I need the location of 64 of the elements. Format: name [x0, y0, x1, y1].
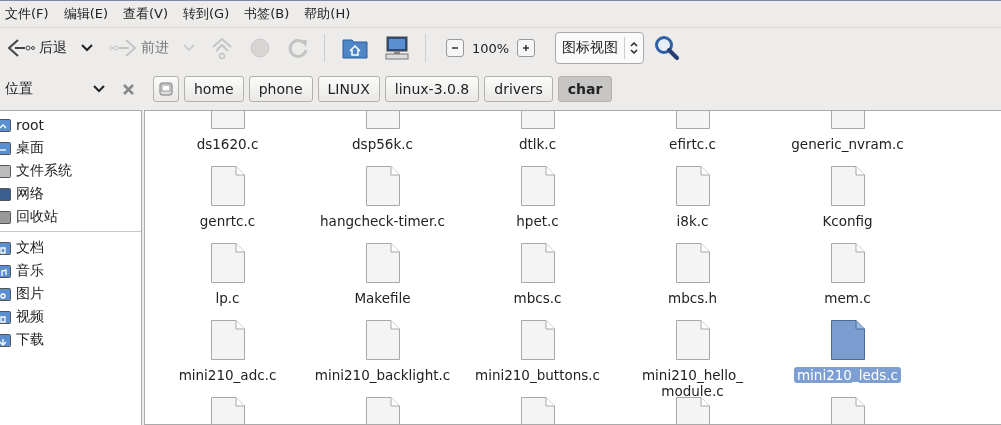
search-icon[interactable]	[654, 35, 681, 61]
button-label: 后退	[39, 39, 67, 57]
caret-icon[interactable]	[81, 44, 93, 52]
minus-icon	[451, 44, 459, 52]
zoom-out-button[interactable]	[446, 39, 464, 57]
file-name[interactable]: mini210_adc.c	[175, 367, 280, 383]
caret-icon[interactable]	[93, 85, 105, 93]
sidebar-item[interactable]: 文件系统	[0, 159, 141, 182]
sidebar-item[interactable]: 回收站	[0, 205, 141, 228]
path-button[interactable]: LINUX	[317, 76, 380, 102]
reload-icon	[287, 37, 309, 59]
file-name[interactable]: lp.c	[212, 290, 243, 306]
view-select[interactable]: 图标视图	[555, 32, 645, 64]
file-name[interactable]: mini210_hello_ module.c	[638, 367, 747, 399]
file-name[interactable]: dtlk.c	[515, 136, 560, 152]
file-name[interactable]: hpet.c	[513, 213, 562, 229]
sidebar-item[interactable]: 文档	[0, 236, 141, 259]
path-button[interactable]: phone	[248, 76, 313, 102]
file-name[interactable]: dsp56k.c	[349, 136, 416, 152]
file-name[interactable]: efirtc.c	[666, 136, 719, 152]
root-path-button[interactable]	[153, 76, 179, 102]
arrow-left-icon	[7, 37, 35, 59]
file-name[interactable]: generic_nvram.c	[788, 136, 907, 152]
zoom-in-button[interactable]	[517, 39, 536, 57]
sidebar-item[interactable]: root	[0, 113, 141, 136]
plus-icon	[522, 44, 531, 52]
arrow-up-icon	[211, 36, 233, 60]
file-name[interactable]: mbcs.h	[665, 290, 720, 306]
file-name[interactable]: Makefile	[351, 290, 414, 306]
sidebar-item[interactable]: 下载	[0, 328, 141, 351]
sidebar-select[interactable]: 位置	[5, 80, 93, 98]
file-name[interactable]: hangcheck-timer.c	[317, 213, 448, 229]
menu-item[interactable]: 书签(B)	[244, 3, 290, 25]
file-name[interactable]: ds1620.c	[193, 136, 262, 152]
menu-item[interactable]: 转到(G)	[183, 3, 230, 25]
menu-item[interactable]: 帮助(H)	[304, 3, 351, 25]
path-button[interactable]: home	[184, 76, 244, 102]
close-icon[interactable]	[123, 83, 134, 95]
sidebar-item[interactable]: 音乐	[0, 259, 141, 282]
sidebar-item[interactable]: 桌面	[0, 136, 141, 159]
arrow-right-icon	[109, 37, 137, 59]
menu-item[interactable]: 查看(V)	[123, 3, 169, 25]
sidebar-item[interactable]: 视频	[0, 305, 141, 328]
sidebar-item[interactable]: 图片	[0, 282, 141, 305]
sidebar-item[interactable]: 网络	[0, 182, 141, 205]
file-name[interactable]: mini210_backlight.c	[311, 367, 454, 383]
file-name[interactable]: mini210_buttons.c	[472, 367, 603, 383]
path-button[interactable]: drivers	[484, 76, 553, 102]
stop-icon	[249, 37, 271, 59]
up-down-icon	[629, 41, 640, 55]
button-label: 前进	[141, 39, 169, 57]
file-name[interactable]: i8k.c	[673, 213, 712, 229]
menu-item[interactable]: 文件(F)	[5, 3, 49, 25]
file-name[interactable]: mbcs.c	[510, 290, 565, 306]
file-name[interactable]: mem.c	[821, 290, 874, 306]
file-name[interactable]: Kconfig	[819, 213, 876, 229]
file-name[interactable]: genrtc.c	[196, 213, 259, 229]
menu-item[interactable]: 编辑(E)	[63, 3, 108, 25]
home-folder-icon	[342, 37, 368, 59]
path-button[interactable]: char	[557, 76, 613, 102]
computer-icon	[384, 36, 410, 60]
back-button[interactable]: 后退	[2, 34, 98, 62]
path-button[interactable]: linux-3.0.8	[384, 76, 480, 102]
zoom-level: 100%	[472, 40, 510, 56]
